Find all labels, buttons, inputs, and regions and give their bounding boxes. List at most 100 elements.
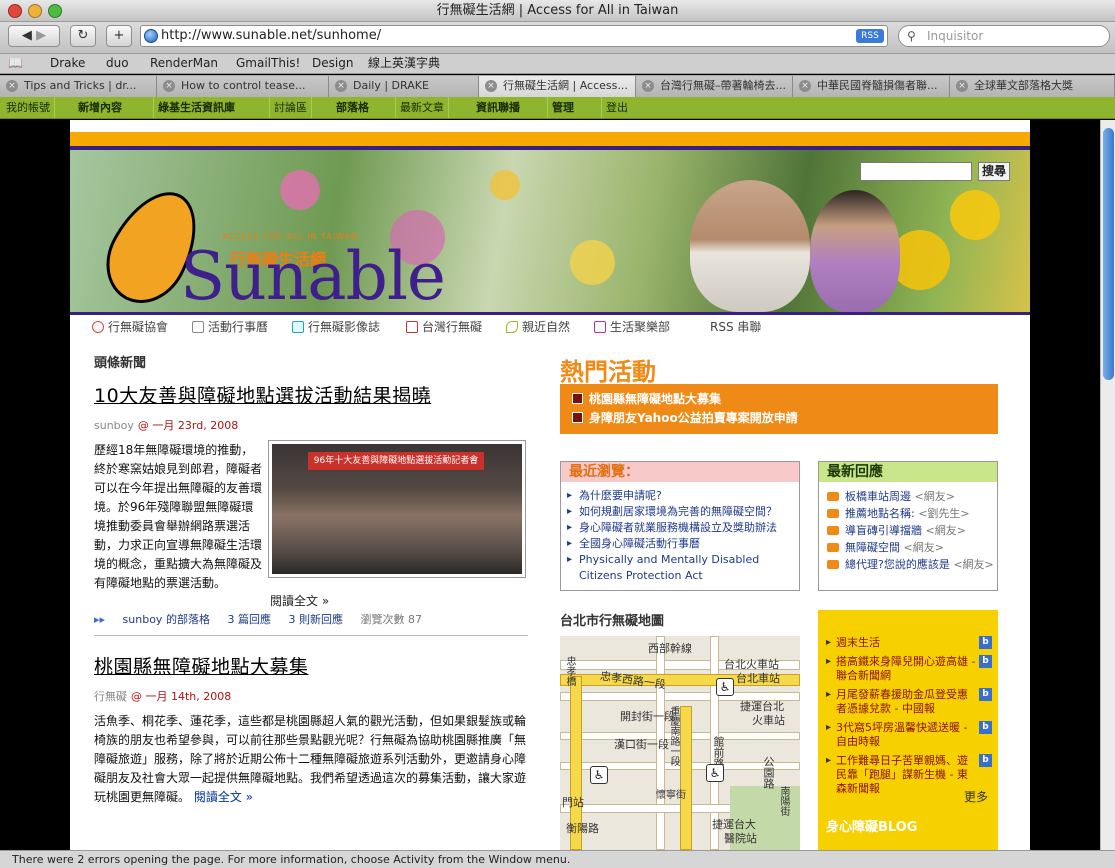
author-blog-link[interactable]: sunboy 的部落格 bbox=[123, 613, 210, 626]
bullet-icon bbox=[572, 412, 583, 423]
zoom-window-button[interactable] bbox=[48, 4, 62, 18]
magnifier-icon: ⚲ bbox=[907, 29, 916, 43]
bookmarks-icon[interactable]: 📖 bbox=[8, 54, 23, 73]
bookmark-renderman[interactable]: RenderMan bbox=[150, 54, 218, 73]
address-bar[interactable]: http://www.sunable.net/sunhome/ RSS bbox=[140, 25, 888, 47]
reload-button[interactable]: ↻ bbox=[70, 25, 96, 47]
site-search-input[interactable] bbox=[860, 162, 972, 181]
section-heading: 頭條新聞 bbox=[94, 356, 147, 371]
tab-daily[interactable]: × Daily | DRAKE bbox=[329, 76, 479, 97]
blog-more-link[interactable]: 更多 bbox=[964, 788, 988, 805]
forward-arrow-icon[interactable]: ▶ bbox=[36, 28, 46, 43]
site-search-button[interactable]: 搜尋 bbox=[978, 162, 1010, 181]
accessibility-map[interactable]: 西部幹線 忠孝西路一段 台北火車站 台北車站 開封街一段 漢口街一段 捷運台北 … bbox=[560, 636, 800, 850]
article2-read-more[interactable]: 閱讀全文 » bbox=[194, 790, 253, 804]
bookmark-dictionary[interactable]: 線上英漢字典 bbox=[368, 54, 440, 73]
replies-link[interactable]: 3 篇回應 bbox=[227, 613, 271, 626]
close-window-button[interactable] bbox=[8, 4, 22, 18]
sunable-logo[interactable]: Sunable bbox=[180, 238, 446, 312]
comment-icon bbox=[827, 560, 839, 569]
blog-item[interactable]: 搭高鐵來身障兒開心遊高雄 - 聯合新聞網b bbox=[826, 655, 992, 683]
cat-club[interactable]: 生活聚樂部 bbox=[594, 317, 670, 337]
blog-item[interactable]: 月尾發薪春援助金瓜登受惠者憑據兌款 - 中國報b bbox=[826, 688, 992, 716]
nav-logout[interactable]: 登出 bbox=[602, 97, 632, 118]
headline-author[interactable]: sunboy bbox=[94, 419, 134, 432]
article2-title[interactable]: 桃園縣無障礙地點大募集 bbox=[94, 652, 528, 679]
reply-item[interactable]: 板橋車站周邊 <網友> bbox=[819, 488, 997, 505]
blog-item[interactable]: 3代窩5坪房溫馨快遞送暖 - 自由時報b bbox=[826, 721, 992, 749]
close-tab-icon[interactable]: × bbox=[335, 80, 347, 92]
tab-blog-award[interactable]: × 全球華文部落格大獎 bbox=[950, 76, 1115, 97]
headline-photo[interactable]: 96年十大友善與障礙地點選拔活動記者會 bbox=[268, 440, 526, 578]
scroll-thumb[interactable] bbox=[1103, 128, 1114, 380]
window-titlebar: 行無礙生活網 | Access for All in Taiwan bbox=[0, 0, 1115, 22]
vertical-scrollbar[interactable] bbox=[1100, 120, 1115, 850]
minimize-window-button[interactable] bbox=[28, 4, 42, 18]
new-tab-button[interactable]: + bbox=[106, 25, 132, 47]
reply-item[interactable]: 推薦地點名稱: <劉先生> bbox=[819, 505, 997, 522]
cat-taiwan[interactable]: 台灣行無礙 bbox=[406, 317, 482, 337]
status-bar: There were 2 errors opening the page. Fo… bbox=[0, 850, 1115, 868]
reply-item[interactable]: 無障礙空間 <網友> bbox=[819, 539, 997, 556]
close-tab-icon[interactable]: × bbox=[163, 80, 175, 92]
cat-calendar[interactable]: 活動行事曆 bbox=[192, 317, 268, 337]
close-tab-icon[interactable]: × bbox=[6, 80, 18, 92]
comment-icon bbox=[827, 492, 839, 501]
nav-add-content[interactable]: 新增內容 bbox=[74, 97, 154, 118]
disability-blog-box: 週末生活b 搭高鐵來身障兒開心遊高雄 - 聯合新聞網b 月尾發薪春援助金瓜登受惠… bbox=[818, 610, 998, 850]
orange-top-bar bbox=[70, 132, 1030, 146]
tab-taiwan-access[interactable]: × 台灣行無礙–帶著輪椅去... bbox=[636, 76, 793, 97]
headline-read-more[interactable]: 閱讀全文 » bbox=[270, 592, 329, 609]
close-tab-icon[interactable]: × bbox=[485, 80, 497, 92]
headline-title[interactable]: 10大友善與障礙地點選拔活動結果揭曉 bbox=[94, 381, 528, 408]
new-replies-link[interactable]: 3 則新回應 bbox=[288, 613, 343, 626]
cat-association[interactable]: 行無礙協會 bbox=[92, 317, 168, 337]
wheelchair-marker-icon[interactable]: ♿ bbox=[716, 678, 734, 696]
close-tab-icon[interactable]: × bbox=[956, 80, 968, 92]
recent-item[interactable]: 身心障礙者就業服務機構設立及獎助辦法 bbox=[561, 520, 799, 536]
cat-rss[interactable]: RSS 串聯 bbox=[710, 317, 761, 337]
tab-tips[interactable]: × Tips and Tricks | dr... bbox=[0, 76, 157, 97]
cat-nature[interactable]: 親近自然 bbox=[506, 317, 570, 337]
wheelchair-marker-icon[interactable]: ♿ bbox=[706, 764, 724, 782]
tab-tease[interactable]: × How to control tease... bbox=[157, 76, 329, 97]
reply-item[interactable]: 導盲磚引導擋牆 <網友> bbox=[819, 522, 997, 539]
rss-button[interactable]: RSS bbox=[856, 29, 884, 43]
recent-item[interactable]: 如何規劃居家環境為完善的無障礙空間？ bbox=[561, 504, 799, 520]
leaf-icon bbox=[506, 321, 518, 333]
close-tab-icon[interactable]: × bbox=[642, 80, 654, 92]
blog-badge-icon: b bbox=[979, 655, 992, 668]
toolbar-search-field[interactable]: ⚲ Inquisitor bbox=[898, 25, 1110, 47]
hot-events-box: 桃園縣無障礙地點大募集 身障朋友Yahoo公益拍賣專案開放申請 bbox=[560, 384, 998, 434]
nav-info-library[interactable]: 綠基生活資訊庫 bbox=[154, 97, 270, 118]
hot-event-item[interactable]: 身障朋友Yahoo公益拍賣專案開放申請 bbox=[572, 409, 986, 428]
browser-toolbar: ◀ ▶ ↻ + http://www.sunable.net/sunhome/ … bbox=[0, 22, 1115, 54]
nav-blogs[interactable]: 部落格 bbox=[332, 97, 396, 118]
back-arrow-icon[interactable]: ◀ bbox=[22, 28, 32, 43]
tab-spinal[interactable]: × 中華民國脊髓損傷者聯... bbox=[793, 76, 950, 97]
nav-latest[interactable]: 最新文章 bbox=[396, 97, 449, 118]
nav-my-account[interactable]: 我的帳號 bbox=[2, 97, 55, 118]
man-photo bbox=[690, 180, 810, 312]
back-forward-buttons[interactable]: ◀ ▶ bbox=[8, 25, 60, 47]
bookmark-duo[interactable]: duo bbox=[106, 54, 129, 73]
tab-sunable[interactable]: × 行無礙生活網 | Access... bbox=[479, 76, 636, 97]
bookmark-gmailthis[interactable]: GmailThis! bbox=[236, 54, 300, 73]
nav-admin[interactable]: 管理 bbox=[548, 97, 602, 118]
bookmark-design[interactable]: Design bbox=[312, 54, 353, 73]
hot-event-item[interactable]: 桃園縣無障礙地點大募集 bbox=[572, 390, 986, 409]
blog-badge-icon: b bbox=[979, 636, 992, 649]
nav-feeds[interactable]: 資訊聯播 bbox=[472, 97, 548, 118]
reply-item[interactable]: 總代理?您說的應該是 <網友> bbox=[819, 556, 997, 573]
cat-gallery[interactable]: 行無礙影像誌 bbox=[292, 317, 380, 337]
recent-item[interactable]: 為什麼要申請呢? bbox=[561, 488, 799, 504]
close-tab-icon[interactable]: × bbox=[799, 80, 811, 92]
blog-item[interactable]: 週末生活b bbox=[826, 636, 992, 650]
site-admin-nav: 我的帳號 新增內容 綠基生活資訊庫 討論區 部落格 最新文章 資訊聯播 管理 登… bbox=[0, 97, 1115, 119]
wheelchair-marker-icon[interactable]: ♿ bbox=[590, 766, 608, 784]
nav-forum[interactable]: 討論區 bbox=[270, 97, 312, 118]
recent-item[interactable]: 全國身心障礙活動行事曆 bbox=[561, 536, 799, 552]
article2-author[interactable]: 行無礙 bbox=[94, 690, 127, 703]
bookmark-drake[interactable]: Drake bbox=[50, 54, 85, 73]
recent-item[interactable]: Physically and Mentally Disabled Citizen… bbox=[561, 552, 799, 584]
